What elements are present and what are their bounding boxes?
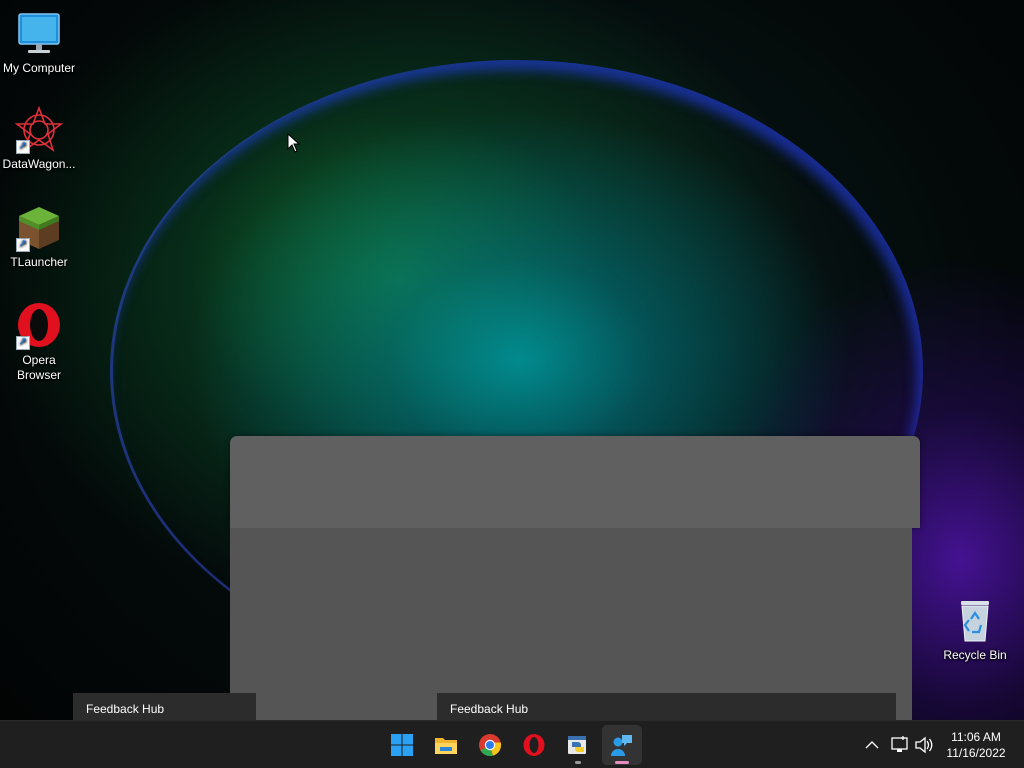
taskbar-python-idle-button[interactable] — [558, 725, 598, 765]
volume-icon[interactable] — [914, 735, 934, 755]
feedback-hub-window-body[interactable] — [230, 528, 912, 720]
taskbar-start-button[interactable] — [382, 725, 422, 765]
desktop-icon-label: TLauncher — [10, 255, 68, 269]
shortcut-arrow-icon: ↗ — [16, 238, 30, 252]
shortcut-arrow-icon: ↗ — [16, 336, 30, 350]
feedback-hub-icon — [610, 733, 634, 757]
desktop-icon-opera-browser[interactable]: ↗ Opera Browser — [0, 302, 78, 383]
taskbar: 11:06 AM 11/16/2022 — [0, 720, 1024, 768]
taskbar-thumbnail-feedback-hub-1[interactable]: Feedback Hub — [73, 693, 256, 720]
running-indicator — [575, 761, 581, 764]
file-explorer-icon — [434, 733, 458, 757]
system-clock[interactable]: 11:06 AM 11/16/2022 — [940, 729, 1012, 761]
feedback-hub-window-preview[interactable] — [230, 436, 920, 528]
desktop-icon-label: DataWagon... — [2, 157, 76, 171]
taskbar-thumbnail-feedback-hub-2[interactable]: Feedback Hub — [437, 693, 896, 720]
network-icon[interactable] — [890, 735, 910, 755]
desktop-icon-tlauncher[interactable]: ↗ TLauncher — [0, 204, 78, 270]
taskbar-feedback-hub-button[interactable] — [602, 725, 642, 765]
desktop: My Computer ↗ DataWagon... ↗ TLauncher ↗… — [0, 0, 1024, 768]
recycle-bin-icon — [951, 597, 999, 645]
desktop-icon-datawagon[interactable]: ↗ DataWagon... — [0, 105, 78, 172]
shortcut-arrow-icon: ↗ — [16, 140, 30, 154]
mouse-cursor-icon — [287, 132, 301, 153]
clock-date: 11/16/2022 — [946, 746, 1006, 760]
taskbar-chrome-button[interactable] — [470, 725, 510, 765]
desktop-icon-label: Opera Browser — [16, 353, 61, 382]
desktop-icon-recycle-bin[interactable]: Recycle Bin — [936, 597, 1014, 663]
datawagon-icon: ↗ — [14, 105, 64, 154]
taskbar-opera-button[interactable] — [514, 725, 554, 765]
opera-icon: ↗ — [15, 302, 63, 350]
desktop-icon-my-computer[interactable]: My Computer — [0, 10, 78, 76]
taskbar-file-explorer-button[interactable] — [426, 725, 466, 765]
active-window-indicator — [615, 761, 629, 764]
opera-icon — [522, 733, 546, 757]
python-idle-icon — [566, 733, 590, 757]
chrome-icon — [478, 733, 502, 757]
desktop-icon-label: My Computer — [2, 61, 76, 75]
grass-block-icon: ↗ — [15, 204, 63, 252]
monitor-icon — [15, 10, 63, 58]
show-hidden-icons-chevron-up-icon[interactable] — [862, 735, 882, 755]
desktop-icon-label: Recycle Bin — [943, 648, 1007, 662]
clock-time: 11:06 AM — [951, 730, 1001, 744]
windows-start-icon — [390, 733, 414, 757]
